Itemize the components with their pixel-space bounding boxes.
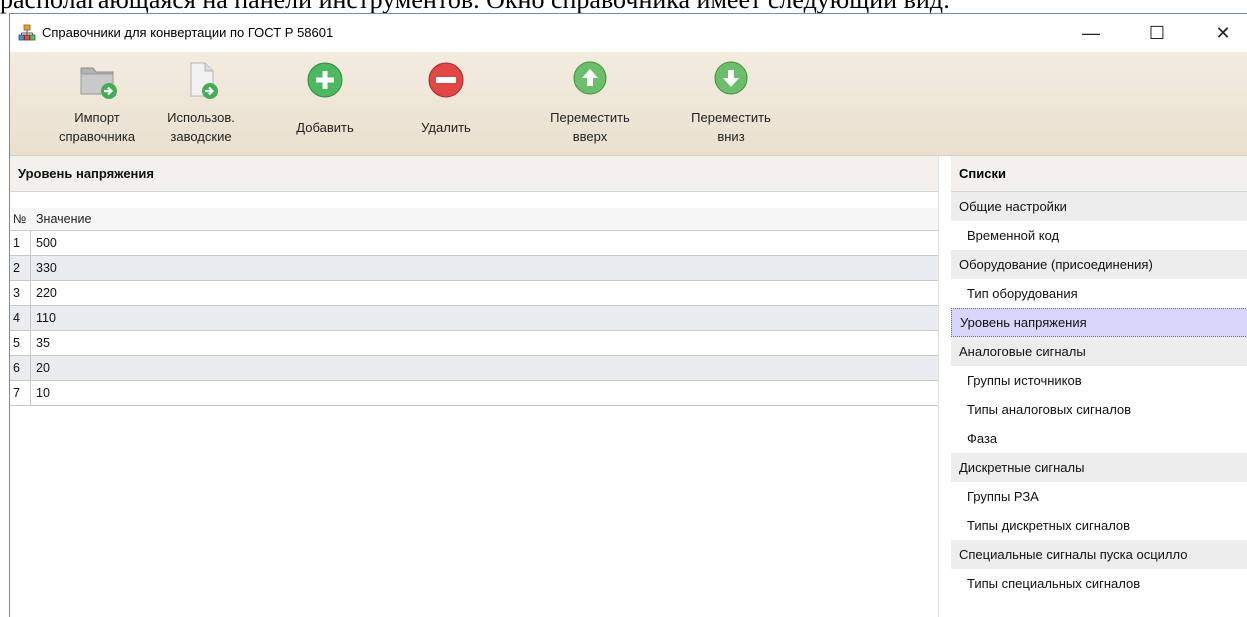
list-item[interactable]: Типы дискретных сигналов — [951, 511, 1247, 540]
column-header-number[interactable]: № — [10, 208, 31, 230]
table-row[interactable]: 3 220 — [10, 281, 938, 306]
move-up-label: Переместить вверх — [550, 110, 630, 144]
list-group-header[interactable]: Оборудование (присоединения) — [951, 250, 1247, 279]
toolbar: Импортсправочника Использов.заводские — [10, 52, 1247, 156]
add-label: Добавить — [296, 120, 354, 135]
lists-panel-title: Списки — [951, 156, 1247, 192]
arrow-up-circle-icon — [568, 58, 612, 102]
row-number: 7 — [10, 381, 31, 405]
row-value[interactable]: 500 — [31, 231, 938, 255]
row-value[interactable]: 35 — [31, 331, 938, 355]
close-button[interactable]: ✕ — [1200, 14, 1246, 52]
app-hierarchy-icon — [18, 24, 36, 42]
list-group-header[interactable]: Дискретные сигналы — [951, 453, 1247, 482]
list-group-header[interactable]: Общие настройки — [951, 192, 1247, 221]
title-bar: Справочники для конвертации по ГОСТ Р 58… — [10, 14, 1247, 52]
delete-label: Удалить — [421, 120, 471, 135]
import-dictionary-label: Импорт справочника — [58, 110, 136, 144]
delete-button[interactable]: Удалить — [406, 58, 486, 153]
row-value[interactable]: 110 — [31, 306, 938, 330]
window-title: Справочники для конвертации по ГОСТ Р 58… — [42, 25, 334, 40]
row-number: 5 — [10, 331, 31, 355]
values-panel-title: Уровень напряжения — [10, 156, 938, 192]
arrow-down-circle-icon — [709, 58, 753, 102]
row-value[interactable]: 20 — [31, 356, 938, 380]
row-number: 4 — [10, 306, 31, 330]
maximize-button[interactable]: ☐ — [1134, 14, 1180, 52]
list-group-header[interactable]: Аналоговые сигналы — [951, 337, 1247, 366]
table-row[interactable]: 6 20 — [10, 356, 938, 381]
folder-import-icon — [75, 58, 119, 102]
row-value[interactable]: 10 — [31, 381, 938, 405]
table-row[interactable]: 5 35 — [10, 331, 938, 356]
lists-tree: Общие настройки Временной код Оборудование… — [951, 192, 1247, 598]
move-down-label: Переместить вниз — [691, 110, 771, 144]
use-factory-label: Использов. заводские — [167, 110, 235, 144]
dictionary-window: Справочники для конвертации по ГОСТ Р 58… — [9, 13, 1247, 617]
list-item[interactable]: Временной код — [951, 221, 1247, 250]
document-import-icon — [179, 58, 223, 102]
list-item[interactable]: Типы специальных сигналов — [951, 569, 1247, 598]
table-row[interactable]: 1 500 — [10, 231, 938, 256]
column-header-value[interactable]: Значение — [31, 208, 938, 230]
move-down-button[interactable]: Переместить вниз — [681, 58, 781, 153]
list-item[interactable]: Уровень напряжения — [951, 308, 1247, 337]
list-item[interactable]: Группы РЗА — [951, 482, 1247, 511]
document-text: располагающаяся на панели инструментов. … — [0, 0, 1247, 14]
table-row[interactable]: 4 110 — [10, 306, 938, 331]
values-panel: Уровень напряжения № Значение 1 500 2 33… — [10, 156, 939, 617]
values-grid: № Значение 1 500 2 330 3 220 4 110 5 35 — [10, 208, 938, 406]
row-number: 2 — [10, 256, 31, 280]
lists-panel: Списки Общие настройки Временной код Обору… — [951, 156, 1247, 617]
list-item[interactable]: Типы аналоговых сигналов — [951, 395, 1247, 424]
table-row[interactable]: 7 10 — [10, 381, 938, 406]
table-row[interactable]: 2 330 — [10, 256, 938, 281]
minimize-button[interactable]: — — [1068, 14, 1114, 52]
list-item[interactable]: Фаза — [951, 424, 1247, 453]
add-button[interactable]: Добавить — [285, 58, 365, 153]
list-item[interactable]: Группы источников — [951, 366, 1247, 395]
list-item[interactable]: Тип оборудования — [951, 279, 1247, 308]
row-value[interactable]: 330 — [31, 256, 938, 280]
row-value[interactable]: 220 — [31, 281, 938, 305]
import-dictionary-button[interactable]: Импорт справочника — [52, 58, 142, 153]
row-number: 1 — [10, 231, 31, 255]
move-up-button[interactable]: Переместить вверх — [540, 58, 640, 153]
grid-header: № Значение — [10, 208, 938, 231]
plus-circle-icon — [303, 58, 347, 102]
use-factory-button[interactable]: Использов. заводские — [156, 58, 246, 153]
row-number: 6 — [10, 356, 31, 380]
row-number: 3 — [10, 281, 31, 305]
minus-circle-icon — [424, 58, 468, 102]
list-group-header[interactable]: Специальные сигналы пуска осцилло — [951, 540, 1247, 569]
